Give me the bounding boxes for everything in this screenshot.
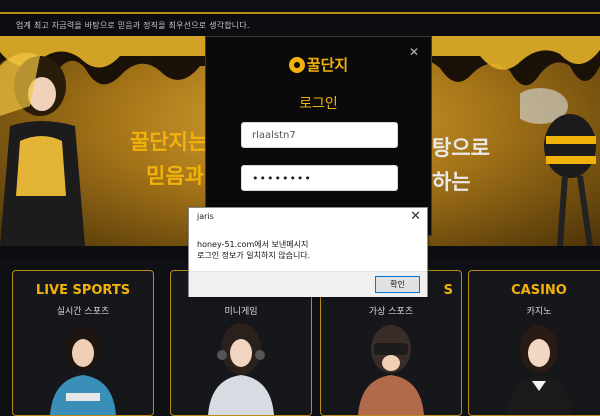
card-character-image bbox=[506, 325, 572, 415]
hero-headline-line3: 탕으로 bbox=[432, 136, 490, 160]
hero-headline-line2: 믿음과 bbox=[146, 164, 204, 188]
card-character-image bbox=[358, 325, 424, 415]
login-modal: ✕ 꿀단지 로그인 rlaalstn7 •••••••• bbox=[205, 36, 432, 236]
top-notice-bar bbox=[0, 0, 600, 14]
brand-logo: 꿀단지 bbox=[206, 54, 431, 75]
hero-headline-line1: 꿀단지는 bbox=[130, 130, 208, 154]
gold-divider bbox=[0, 12, 600, 14]
character-illustration-left bbox=[0, 52, 85, 246]
ok-button[interactable]: 확인 bbox=[375, 276, 420, 293]
notice-text: 업계 최고 자금력을 바탕으로 믿음과 정직을 최우선으로 생각합니다. bbox=[16, 21, 250, 30]
username-value: rlaalstn7 bbox=[252, 129, 296, 141]
browser-alert-dialog: jaris ✕ honey-51.com에서 보낸메시지 로그인 정보가 일치하… bbox=[188, 207, 428, 297]
card-subtitle: 카지노 bbox=[526, 307, 552, 317]
password-value: •••••••• bbox=[252, 171, 312, 185]
password-field[interactable]: •••••••• bbox=[241, 165, 398, 191]
card-subtitle: 실시간 스포츠 bbox=[56, 307, 110, 317]
username-field[interactable]: rlaalstn7 bbox=[241, 122, 398, 148]
card-live-sports[interactable]: LIVE SPORTS 실시간 스포츠 bbox=[12, 270, 154, 416]
close-icon[interactable]: ✕ bbox=[410, 209, 421, 224]
card-title: CASINO bbox=[511, 283, 567, 298]
alert-message-text: 로그인 정보가 일치하지 않습니다. bbox=[197, 251, 311, 260]
brand-logo-text: 꿀단지 bbox=[306, 56, 349, 74]
alert-footer: 확인 bbox=[189, 271, 427, 297]
card-subtitle: 미니게임 bbox=[224, 307, 258, 317]
honey-pot-icon bbox=[288, 57, 305, 73]
card-subtitle: 가상 스포츠 bbox=[368, 307, 414, 317]
card-character-image bbox=[208, 323, 274, 415]
login-title: 로그인 bbox=[299, 96, 338, 112]
bee-illustration-right bbox=[520, 88, 596, 246]
hero-headline-line4: 하는 bbox=[432, 170, 471, 194]
card-character-image bbox=[50, 327, 116, 415]
alert-titlebar: jaris ✕ bbox=[189, 208, 427, 226]
card-title: LIVE SPORTS bbox=[35, 283, 131, 298]
card-casino[interactable]: CASINO 카지노 bbox=[468, 270, 600, 416]
alert-title: jaris bbox=[197, 212, 214, 221]
alert-message-source: honey-51.com에서 보낸메시지 bbox=[197, 240, 309, 249]
